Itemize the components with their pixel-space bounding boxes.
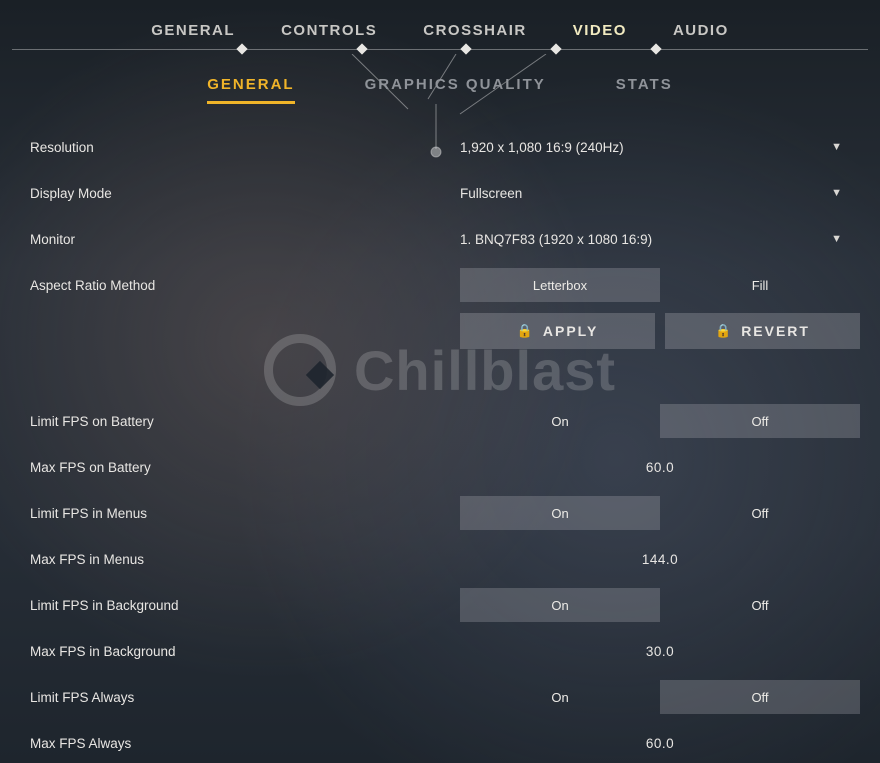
label-aspect-ratio: Aspect Ratio Method [30,278,460,293]
sub-nav: GENERAL GRAPHICS QUALITY STATS [0,50,880,112]
slider-max-fps-always[interactable]: 60.0 [460,736,860,751]
row-limit-fps-always: Limit FPS Always On Off [30,674,860,720]
apply-button[interactable]: 🔒 APPLY [460,313,655,349]
action-row: 🔒 APPLY 🔒 REVERT [460,313,860,349]
label-max-fps-menus: Max FPS in Menus [30,552,460,567]
aspect-ratio-letterbox[interactable]: Letterbox [460,268,660,302]
tab-controls[interactable]: CONTROLS [281,22,377,39]
toggle-limit-fps-battery: On Off [460,404,860,438]
dropdown-resolution[interactable]: 1,920 x 1,080 16:9 (240Hz) ▼ [460,140,860,155]
row-monitor: Monitor 1. BNQ7F83 (1920 x 1080 16:9) ▼ [30,216,860,262]
section-gap [30,354,860,398]
label-max-fps-always: Max FPS Always [30,736,460,751]
label-max-fps-battery: Max FPS on Battery [30,460,460,475]
label-max-fps-bg: Max FPS in Background [30,644,460,659]
limit-fps-always-off[interactable]: Off [660,680,860,714]
limit-fps-battery-off[interactable]: Off [660,404,860,438]
limit-fps-menus-on[interactable]: On [460,496,660,530]
slider-max-fps-menus[interactable]: 144.0 [460,552,860,567]
revert-label: REVERT [741,323,810,339]
toggle-aspect-ratio: Letterbox Fill [460,268,860,302]
settings-panel: Resolution 1,920 x 1,080 16:9 (240Hz) ▼ … [0,112,880,763]
chevron-down-icon: ▼ [831,141,842,153]
label-monitor: Monitor [30,232,460,247]
toggle-limit-fps-menus: On Off [460,496,860,530]
row-actions: 🔒 APPLY 🔒 REVERT [30,308,860,354]
value-display-mode: Fullscreen [460,186,522,201]
dropdown-display-mode[interactable]: Fullscreen ▼ [460,186,860,201]
row-max-fps-menus: Max FPS in Menus 144.0 [30,536,860,582]
toggle-limit-fps-always: On Off [460,680,860,714]
apply-label: APPLY [543,323,598,339]
tab-video[interactable]: VIDEO [573,22,627,39]
toggle-limit-fps-bg: On Off [460,588,860,622]
subtab-graphics-quality[interactable]: GRAPHICS QUALITY [365,76,546,104]
tab-audio[interactable]: AUDIO [673,22,729,39]
tab-general-top[interactable]: GENERAL [151,22,235,39]
subtab-general[interactable]: GENERAL [207,76,294,104]
row-max-fps-battery: Max FPS on Battery 60.0 [30,444,860,490]
value-resolution: 1,920 x 1,080 16:9 (240Hz) [460,140,624,155]
row-limit-fps-battery: Limit FPS on Battery On Off [30,398,860,444]
row-max-fps-bg: Max FPS in Background 30.0 [30,628,860,674]
dropdown-monitor[interactable]: 1. BNQ7F83 (1920 x 1080 16:9) ▼ [460,232,860,247]
row-limit-fps-menus: Limit FPS in Menus On Off [30,490,860,536]
limit-fps-bg-on[interactable]: On [460,588,660,622]
limit-fps-bg-off[interactable]: Off [660,588,860,622]
label-limit-fps-battery: Limit FPS on Battery [30,414,460,429]
slider-max-fps-bg[interactable]: 30.0 [460,644,860,659]
limit-fps-battery-on[interactable]: On [460,404,660,438]
label-resolution: Resolution [30,140,460,155]
lock-icon: 🔒 [517,323,535,339]
lock-icon: 🔒 [715,323,733,339]
label-limit-fps-menus: Limit FPS in Menus [30,506,460,521]
row-display-mode: Display Mode Fullscreen ▼ [30,170,860,216]
subtab-stats[interactable]: STATS [616,76,673,104]
top-nav: GENERAL CONTROLS CROSSHAIR VIDEO AUDIO [0,0,880,49]
chevron-down-icon: ▼ [831,233,842,245]
row-limit-fps-bg: Limit FPS in Background On Off [30,582,860,628]
limit-fps-always-on[interactable]: On [460,680,660,714]
limit-fps-menus-off[interactable]: Off [660,496,860,530]
row-aspect-ratio: Aspect Ratio Method Letterbox Fill [30,262,860,308]
tab-crosshair[interactable]: CROSSHAIR [423,22,527,39]
slider-max-fps-battery[interactable]: 60.0 [460,460,860,475]
revert-button[interactable]: 🔒 REVERT [665,313,860,349]
label-limit-fps-always: Limit FPS Always [30,690,460,705]
aspect-ratio-fill[interactable]: Fill [660,268,860,302]
row-max-fps-always: Max FPS Always 60.0 [30,720,860,763]
label-display-mode: Display Mode [30,186,460,201]
chevron-down-icon: ▼ [831,187,842,199]
label-limit-fps-bg: Limit FPS in Background [30,598,460,613]
value-monitor: 1. BNQ7F83 (1920 x 1080 16:9) [460,232,652,247]
row-resolution: Resolution 1,920 x 1,080 16:9 (240Hz) ▼ [30,124,860,170]
